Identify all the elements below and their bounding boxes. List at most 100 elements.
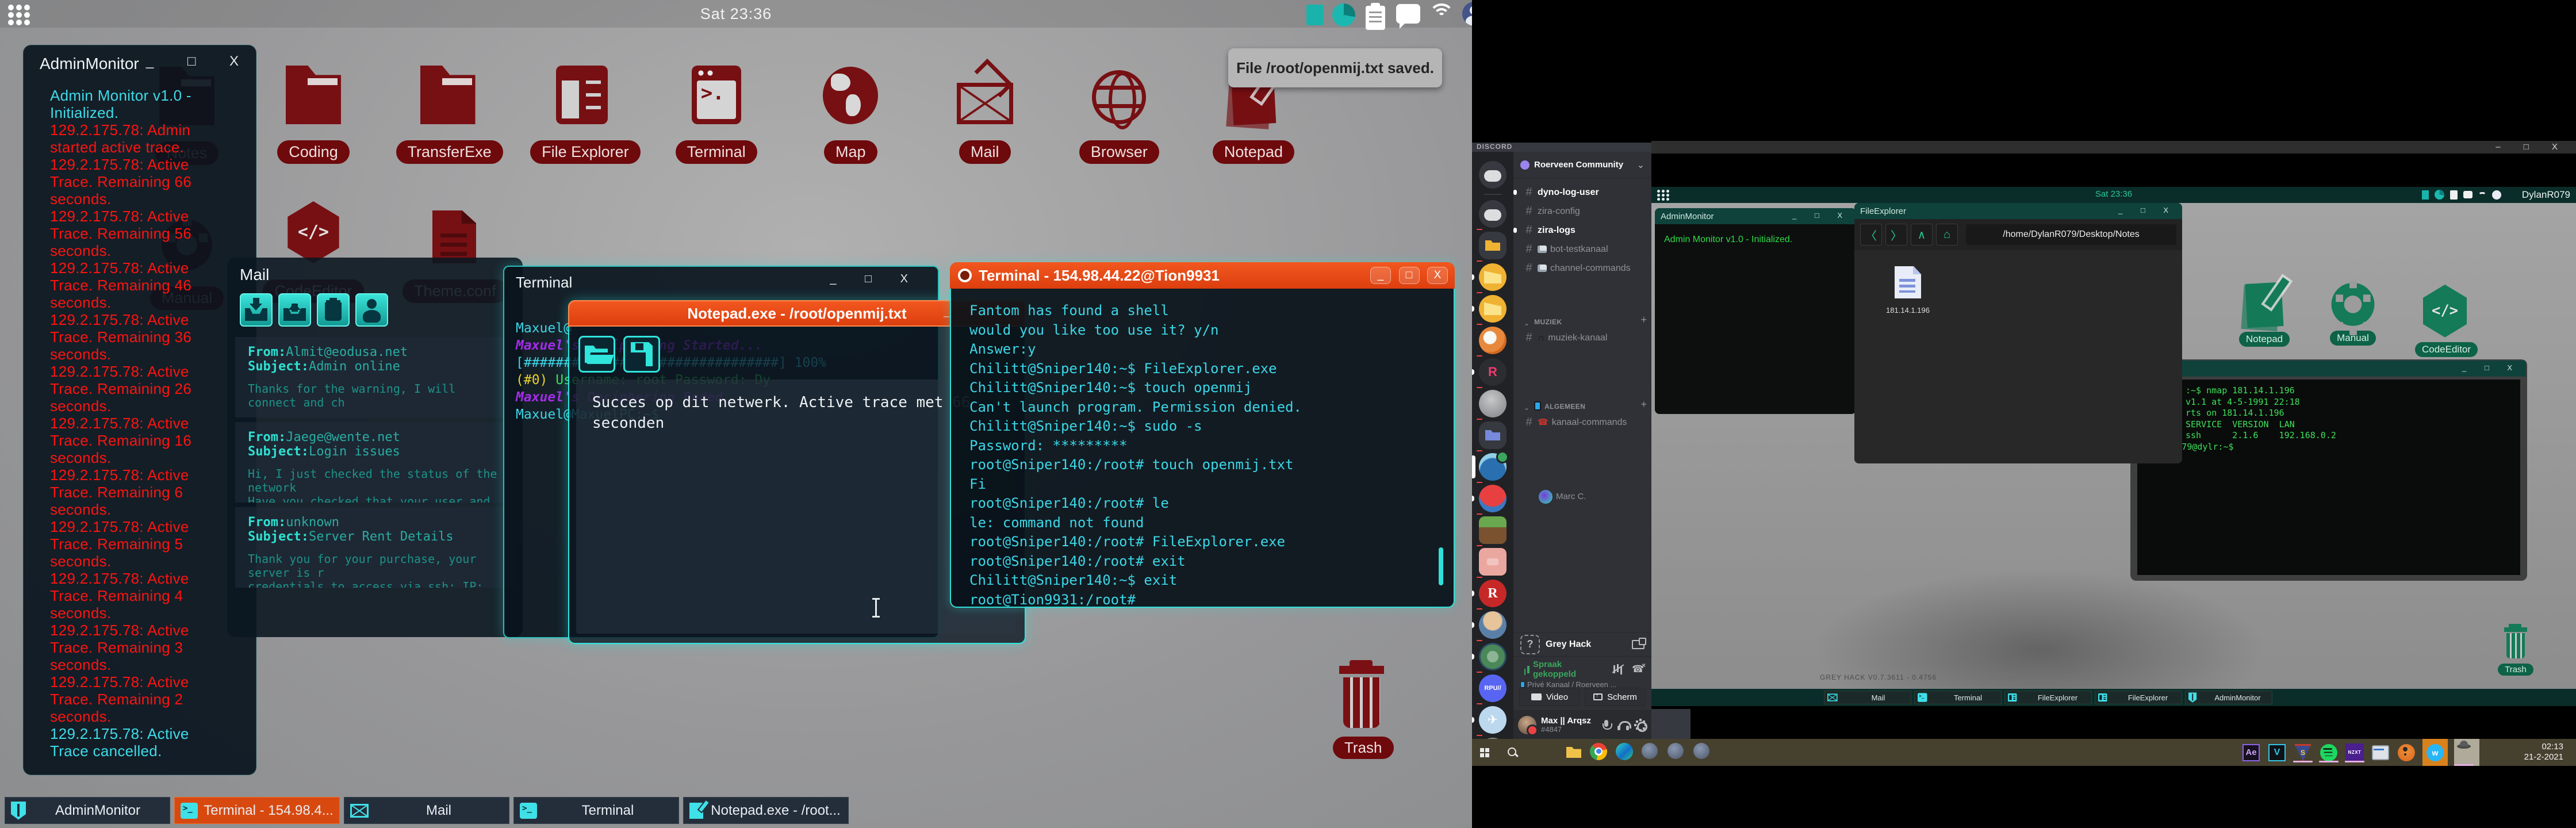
screenshare-button[interactable]: Scherm <box>1585 688 1646 706</box>
headphones-icon[interactable] <box>1617 719 1630 731</box>
taskbar-app-icon[interactable]: w <box>2422 739 2448 766</box>
channel-item[interactable]: ALGEMEEN + <box>1518 390 1651 413</box>
delete-mail-button[interactable] <box>317 293 350 327</box>
server-icon[interactable] <box>1479 200 1506 228</box>
server-icon[interactable] <box>1479 327 1506 354</box>
terminal-scrollbar[interactable] <box>1439 547 1443 585</box>
noise-suppression-icon[interactable] <box>1611 664 1624 675</box>
send-mail-button[interactable] <box>278 293 311 327</box>
server-icon[interactable] <box>1479 706 1506 734</box>
trash[interactable]: Trash <box>2496 624 2536 676</box>
window-buttons[interactable]: _ □ X <box>2118 206 2176 214</box>
desktop-icon[interactable]: Map <box>799 56 902 164</box>
taskbar-item[interactable]: AdminMonitor <box>2185 691 2272 704</box>
mail-message[interactable]: From:Jaege@wente.net Subject:Login issue… <box>235 422 515 503</box>
channel-item[interactable]: MUZIEK + <box>1518 305 1651 328</box>
notification-toast[interactable]: File /root/openmij.txt saved. <box>1228 48 1442 87</box>
server-icon[interactable] <box>1479 580 1506 607</box>
taskbar-app-icon[interactable] <box>1693 743 1713 762</box>
nav-forward-button[interactable]: 〉 <box>1885 224 1907 246</box>
channel-item[interactable]: muziek-kanaal <box>1518 328 1651 347</box>
taskbar-app-icon[interactable] <box>1564 743 1584 762</box>
window-titlebar[interactable]: AdminMonitor _ □ X <box>1655 208 1856 224</box>
taskbar-app-icon[interactable]: S <box>2293 743 2313 762</box>
channel-item[interactable]: channel-commands <box>1518 259 1651 278</box>
nav-up-button[interactable]: ∧ <box>1911 224 1933 246</box>
nav-back-button[interactable]: 〈 <box>1860 224 1882 246</box>
taskbar-app-icon[interactable]: Ae <box>2241 743 2261 762</box>
contacts-button[interactable] <box>355 293 388 327</box>
channel-item[interactable]: Marc C. <box>1518 487 1651 506</box>
taskbar-item[interactable]: Terminal <box>1914 691 2002 704</box>
save-file-button[interactable] <box>623 336 660 373</box>
window-titlebar[interactable]: FileExplorer _ □ X <box>1854 203 2182 219</box>
window-buttons[interactable]: _ □ X <box>146 53 254 70</box>
server-icon[interactable] <box>1479 453 1506 481</box>
stream-screen-icon[interactable] <box>1632 640 1644 649</box>
window-buttons[interactable]: _ □ X <box>1792 211 1850 220</box>
taskbar-app-icon[interactable]: V <box>2267 743 2287 762</box>
server-icon[interactable] <box>1479 421 1506 449</box>
taskbar-item[interactable]: Mail <box>1824 691 1911 704</box>
taskbar-app-icon[interactable] <box>1667 743 1687 762</box>
desktop-icon[interactable]: Notepad <box>2238 275 2291 357</box>
taskbar-app-icon[interactable] <box>2454 739 2479 766</box>
server-icon[interactable] <box>1479 674 1506 702</box>
server-header[interactable]: Roerveen Community ⌄ <box>1513 152 1651 178</box>
nav-home-button[interactable]: ⌂ <box>1936 224 1958 246</box>
taskbar-app-icon[interactable]: NZXT <box>2345 743 2364 762</box>
server-icon[interactable] <box>1479 548 1506 576</box>
desktop-icon[interactable]: Browser <box>1067 56 1171 164</box>
clipboard-icon[interactable] <box>1366 6 1385 30</box>
channel-item[interactable]: zira-config <box>1518 202 1651 221</box>
remote-terminal-titlebar[interactable]: Terminal - 154.98.44.22@Tion9931 _ □ X <box>950 262 1455 289</box>
window-buttons[interactable]: – □ X <box>2496 142 2568 152</box>
server-icon[interactable] <box>1479 516 1506 544</box>
close-button[interactable]: X <box>1427 267 1448 284</box>
channel-item[interactable]: dyno-log-user <box>1518 183 1651 202</box>
file-item[interactable]: 181.14.1.196 <box>1882 266 1934 315</box>
desktop-icon[interactable]: Terminal <box>665 56 768 164</box>
maximize-button[interactable]: □ <box>1399 267 1420 284</box>
desktop-icon[interactable]: Coding <box>262 56 365 164</box>
window-buttons[interactable]: _ □ X <box>830 273 921 286</box>
taskbar-item[interactable]: Terminal - 154.98.4... <box>174 797 340 824</box>
taskbar-item[interactable]: Mail <box>344 797 509 824</box>
desktop-icon[interactable]: Mail <box>933 56 1037 164</box>
channel-item[interactable]: kanaal-commands <box>1518 413 1651 432</box>
taskbar-app-icon[interactable] <box>1590 743 1609 762</box>
add-channel-icon[interactable]: + <box>1640 398 1647 411</box>
channel-item[interactable]: zira-logs <box>1518 221 1651 240</box>
server-icon[interactable] <box>1479 390 1506 417</box>
chat-icon[interactable] <box>1396 4 1420 24</box>
minimize-button[interactable]: _ <box>1370 267 1391 284</box>
desktop-icon[interactable]: Manual <box>2326 275 2379 357</box>
server-icon[interactable] <box>1479 295 1506 323</box>
window-titlebar[interactable]: _ □ X <box>2132 361 2526 377</box>
path-field[interactable]: /home/DylanR079/Desktop/Notes <box>1966 224 2176 245</box>
taskbar-item[interactable]: Terminal <box>513 797 679 824</box>
video-button[interactable]: Video <box>1519 688 1580 706</box>
open-file-button[interactable] <box>578 336 615 373</box>
mic-icon[interactable] <box>1600 719 1612 731</box>
mail-message[interactable]: From:unknown Subject:Server Rent Details… <box>235 507 515 588</box>
taskbar-item[interactable]: FileExplorer <box>2004 691 2092 704</box>
server-icon[interactable] <box>1479 611 1506 639</box>
trash[interactable]: Trash <box>1333 660 1390 759</box>
taskbar-item[interactable]: FileExplorer <box>2095 691 2182 704</box>
start-button[interactable] <box>1480 748 1489 757</box>
taskbar-app-icon[interactable] <box>1616 743 1635 762</box>
game-window-titlebar[interactable]: – □ X <box>1651 141 2576 154</box>
add-channel-icon[interactable]: + <box>1640 314 1647 326</box>
search-icon[interactable] <box>1508 747 1518 758</box>
avatar[interactable] <box>1518 716 1536 734</box>
server-icon[interactable] <box>1479 485 1506 512</box>
taskbar-app-icon[interactable] <box>2319 743 2339 762</box>
wifi-icon[interactable] <box>1429 3 1454 23</box>
server-icon[interactable] <box>1479 643 1506 670</box>
discord-home-button[interactable] <box>1479 161 1506 189</box>
server-icon[interactable] <box>1479 263 1506 291</box>
desktop-icon[interactable]: TransferExe <box>396 56 500 164</box>
taskbar-app-icon[interactable] <box>2371 743 2390 762</box>
desktop-icon[interactable]: File Explorer <box>530 56 634 164</box>
